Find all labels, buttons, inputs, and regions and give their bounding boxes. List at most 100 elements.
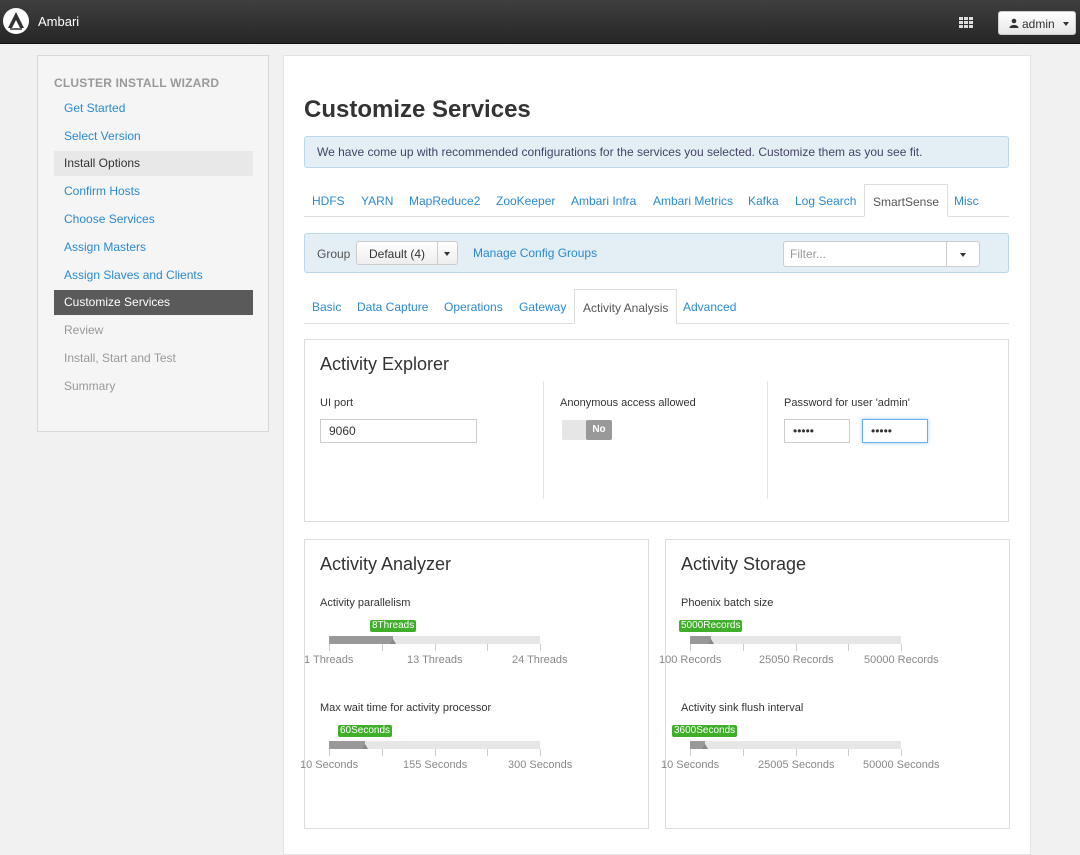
tab-yarn[interactable]: YARN — [361, 184, 393, 216]
slider-tick — [743, 749, 744, 756]
tab-hdfs[interactable]: HDFS — [312, 184, 345, 216]
page-title: Customize Services — [304, 96, 531, 123]
views-grid-icon[interactable] — [959, 17, 973, 29]
tab-activity-analysis[interactable]: Activity Analysis — [574, 289, 678, 324]
password-confirm-input[interactable]: ••••• — [862, 419, 928, 443]
sidebar-item-assign-masters[interactable]: Assign Masters — [54, 235, 253, 260]
sidebar-item-review: Review — [64, 323, 104, 337]
top-navbar: Ambari admin — [0, 0, 1080, 44]
slider-track[interactable] — [690, 741, 901, 749]
slider-value-badge: 60Seconds — [338, 725, 393, 737]
filter-input[interactable] — [784, 242, 944, 266]
slider-tick — [901, 644, 902, 651]
app-title[interactable]: Ambari — [38, 14, 79, 29]
slider-track[interactable] — [690, 636, 901, 644]
tab-kafka[interactable]: Kafka — [748, 184, 779, 216]
config-group-bar: Group Default (4) Manage Config Groups — [304, 233, 1009, 273]
tab-smartsense[interactable]: SmartSense — [864, 184, 949, 217]
slider-tick — [487, 749, 488, 756]
config-group-dropdown[interactable]: Default (4) — [356, 241, 458, 265]
slider-handle[interactable] — [708, 639, 714, 644]
sidebar-item-install-options[interactable]: Install Options — [54, 151, 253, 176]
anonymous-access-label: Anonymous access allowed — [560, 397, 696, 409]
anonymous-access-toggle[interactable]: No — [562, 420, 612, 440]
slider-tick — [848, 749, 849, 756]
chevron-down-icon — [444, 252, 450, 256]
slider-fill — [329, 741, 365, 749]
tab-log-search[interactable]: Log Search — [795, 184, 856, 216]
tab-zookeeper[interactable]: ZooKeeper — [496, 184, 555, 216]
sidebar-item-select-version[interactable]: Select Version — [54, 124, 253, 149]
phoenix-batch-size-slider[interactable]: 5000Records 100 Records 25050 Records 50000… — [659, 616, 1011, 676]
max-wait-time-label: Max wait time for activity processor — [320, 702, 492, 714]
activity-parallelism-slider[interactable]: 8Threads 1 Threads 13 Threads 24 Threads — [304, 616, 650, 676]
user-name: admin — [1022, 17, 1055, 31]
filter-dropdown[interactable] — [783, 241, 980, 267]
slider-tick-label: 50000 Seconds — [863, 759, 940, 771]
tab-misc[interactable]: Misc — [954, 184, 979, 216]
slider-tick — [796, 644, 797, 651]
max-wait-time-slider[interactable]: 60Seconds 10 Seconds 155 Seconds 300 Second… — [300, 721, 650, 781]
slider-tick-label: 155 Seconds — [403, 759, 468, 771]
slider-tick-label: 50000 Records — [864, 654, 939, 666]
tab-gateway[interactable]: Gateway — [519, 289, 566, 323]
slider-handle[interactable] — [702, 744, 708, 749]
slider-tick — [901, 749, 902, 756]
service-tabs: HDFS YARN MapReduce2 ZooKeeper Ambari In… — [304, 184, 1009, 217]
sink-flush-interval-slider[interactable]: 3600Seconds 10 Seconds 25005 Seconds 50000 … — [661, 721, 1011, 781]
slider-tick — [435, 644, 436, 651]
slider-tick — [743, 644, 744, 651]
activity-storage-panel: Activity Storage Phoenix batch size 5000… — [659, 539, 1011, 829]
slider-tick — [382, 749, 383, 756]
slider-handle[interactable] — [362, 744, 368, 749]
user-menu-button[interactable]: admin — [998, 11, 1076, 35]
slider-fill — [329, 636, 393, 644]
chevron-down-icon[interactable] — [960, 253, 966, 257]
tab-mapreduce2[interactable]: MapReduce2 — [409, 184, 480, 216]
activity-analyzer-panel: Activity Analyzer Activity parallelism 8… — [300, 539, 650, 829]
phoenix-batch-size-label: Phoenix batch size — [681, 597, 774, 609]
slider-tick — [487, 644, 488, 651]
slider-handle[interactable] — [390, 639, 396, 644]
tab-basic[interactable]: Basic — [312, 289, 341, 323]
slider-tick — [382, 644, 383, 651]
sidebar-item-choose-services[interactable]: Choose Services — [54, 207, 253, 232]
slider-tick-label: 25050 Records — [759, 654, 834, 666]
tab-ambari-infra[interactable]: Ambari Infra — [571, 184, 636, 216]
slider-tick — [690, 644, 691, 651]
sidebar-item-assign-slaves[interactable]: Assign Slaves and Clients — [54, 263, 253, 288]
slider-tick-label: 10 Seconds — [661, 759, 720, 771]
ui-port-label: UI port — [320, 397, 354, 409]
slider-tick — [329, 749, 330, 756]
config-sub-tabs: Basic Data Capture Operations Gateway Ac… — [304, 289, 1009, 324]
info-alert: We have come up with recommended configu… — [304, 136, 1009, 168]
slider-tick-label: 100 Records — [659, 654, 722, 666]
chevron-down-icon — [1063, 22, 1069, 26]
tab-advanced[interactable]: Advanced — [683, 289, 736, 323]
slider-tick — [540, 644, 541, 651]
sidebar-item-install-start-test: Install, Start and Test — [64, 351, 176, 365]
sidebar-item-customize-services[interactable]: Customize Services — [54, 290, 253, 315]
sidebar-item-get-started[interactable]: Get Started — [54, 96, 253, 121]
tab-data-capture[interactable]: Data Capture — [357, 289, 428, 323]
slider-tick — [435, 749, 436, 756]
password-input[interactable]: ••••• — [784, 419, 850, 443]
slider-tick — [540, 749, 541, 756]
slider-tick-label: 13 Threads — [407, 654, 463, 666]
password-label: Password for user 'admin' — [784, 397, 910, 409]
ambari-logo-icon[interactable] — [3, 8, 29, 34]
tab-ambari-metrics[interactable]: Ambari Metrics — [653, 184, 733, 216]
slider-tick-label: 10 Seconds — [300, 759, 359, 771]
panel-title: Activity Storage — [681, 554, 807, 574]
panel-title: Activity Explorer — [320, 354, 450, 374]
sidebar-item-summary: Summary — [64, 379, 116, 393]
manage-config-groups-link[interactable]: Manage Config Groups — [473, 246, 597, 260]
user-icon — [1009, 18, 1019, 28]
sidebar-item-confirm-hosts[interactable]: Confirm Hosts — [54, 179, 253, 204]
tab-operations[interactable]: Operations — [444, 289, 503, 323]
group-label: Group — [317, 247, 351, 261]
slider-tick — [848, 644, 849, 651]
slider-tick-label: 25005 Seconds — [758, 759, 835, 771]
ui-port-input[interactable]: 9060 — [320, 419, 477, 443]
slider-value-badge: 3600Seconds — [672, 725, 738, 737]
